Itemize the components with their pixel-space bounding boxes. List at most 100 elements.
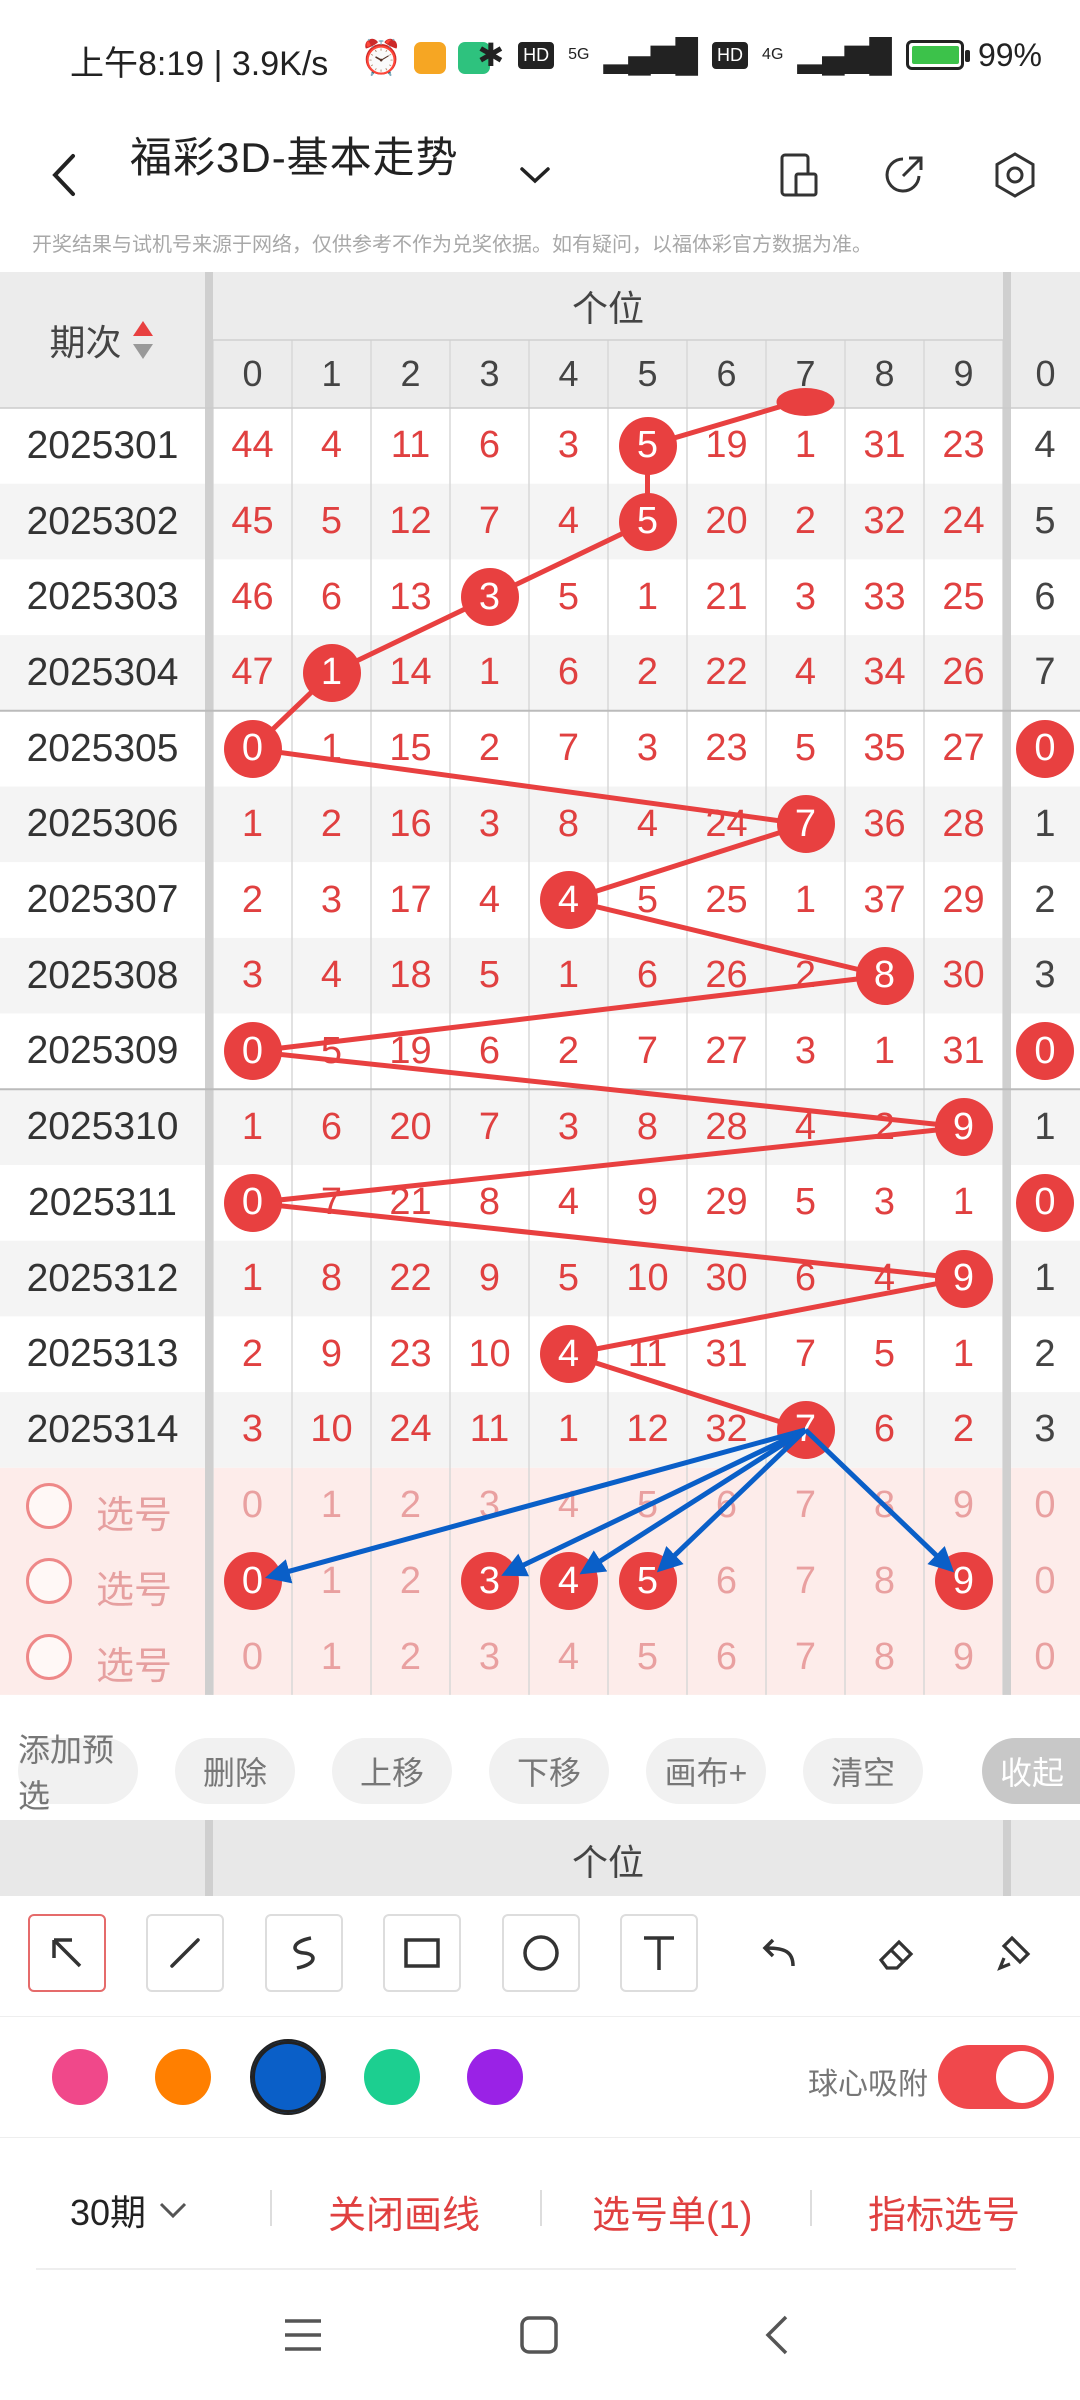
hit-ball[interactable]: 9 [934,1249,993,1308]
select-option[interactable]: 1 [292,1468,371,1544]
hit-ball[interactable]: 3 [460,568,519,627]
select-option[interactable]: 6 [687,1619,766,1695]
select-option[interactable]: 1 [292,1544,371,1620]
clear-button[interactable]: 清空 [803,1738,923,1804]
status-time: 上午8:19 | 3.9K/s [70,45,329,83]
snap-toggle[interactable] [938,2045,1054,2109]
select-option[interactable]: 9 [924,1468,1003,1544]
clear-brush-button[interactable] [976,1914,1054,1992]
selected-ball[interactable]: 0 [223,1552,282,1611]
hit-ball[interactable]: 5 [618,492,677,551]
trend-chart[interactable]: 期次 个位 01234567890 2025301 44 4 11 6 3 19 1 31 23 4… [0,272,1080,1722]
hit-ball[interactable]: 7 [776,1400,835,1459]
arrow-tool-button[interactable] [28,1914,106,1992]
extra-hit-ball[interactable]: 0 [1016,1173,1074,1232]
circle-tool-button[interactable] [502,1914,580,1992]
select-option[interactable]: 2 [371,1468,450,1544]
period-label: 2025302 [26,499,179,543]
miss-count: 5 [557,575,580,618]
back-button[interactable] [30,140,100,210]
select-option[interactable]: 7 [766,1619,845,1695]
miss-count: 3 [320,878,343,921]
hit-ball[interactable]: 4 [539,1325,598,1384]
select-option[interactable]: 3 [450,1468,529,1544]
selected-ball[interactable]: 4 [539,1552,598,1611]
hit-ball[interactable]: 0 [223,1022,282,1081]
line-tool-button[interactable] [146,1914,224,1992]
period-count-dropdown[interactable]: 30期 [70,2184,188,2236]
hit-ball[interactable]: 0 [223,719,282,778]
clear-brush-icon [997,1935,1031,1971]
select-option[interactable]: 6 [687,1544,766,1620]
add-preselection-button[interactable]: 添加预选 [18,1732,138,1814]
color-swatch-green[interactable] [364,2049,420,2105]
selected-ball[interactable]: 9 [934,1552,993,1611]
selected-ball[interactable]: 5 [618,1552,677,1611]
indicator-select-button[interactable]: 指标选号 [868,2184,1020,2239]
hit-ball[interactable]: 1 [302,643,361,702]
period-label: 2025313 [26,1332,179,1376]
select-option[interactable]: 2 [371,1544,450,1620]
hit-ball[interactable]: 8 [855,946,914,1005]
select-option[interactable]: 1 [292,1619,371,1695]
text-tool-button[interactable] [620,1914,698,1992]
select-option[interactable]: 8 [845,1468,924,1544]
settings-button[interactable] [980,140,1050,210]
select-row-radio[interactable] [26,1634,72,1681]
selection-list-button[interactable]: 选号单(1) [592,2184,752,2239]
color-swatch-orange[interactable] [155,2049,211,2105]
color-swatch-pink[interactable] [52,2049,108,2105]
layout-toggle-button[interactable] [764,140,834,210]
miss-count: 6 [478,1029,501,1072]
color-swatch-purple[interactable] [467,2049,523,2105]
curve-tool-button[interactable] [265,1914,343,1992]
hit-ball[interactable]: 0 [223,1173,282,1232]
hit-ball[interactable]: 5 [618,416,677,475]
period-column-header[interactable]: 期次 [0,272,205,408]
move-up-button[interactable]: 上移 [332,1738,452,1804]
miss-count: 7 [478,500,501,543]
share-button[interactable] [869,140,939,210]
select-option[interactable]: 2 [371,1619,450,1695]
select-option[interactable]: 8 [845,1544,924,1620]
select-option[interactable]: 6 [687,1468,766,1544]
collapse-button[interactable]: 收起 [982,1738,1080,1804]
select-option[interactable]: 7 [766,1544,845,1620]
select-option[interactable]: 8 [845,1619,924,1695]
select-option[interactable]: 0 [213,1468,292,1544]
move-down-button[interactable]: 下移 [489,1738,609,1804]
dropdown-chevron-icon [520,167,550,184]
miss-count: 22 [389,1257,432,1300]
delete-button[interactable]: 删除 [175,1738,295,1804]
home-button[interactable] [504,2300,574,2370]
eraser-button[interactable] [857,1914,935,1992]
canvas-plus-button[interactable]: 画布+ [646,1738,766,1804]
select-option[interactable]: 7 [766,1468,845,1544]
undo-button[interactable] [739,1914,817,1992]
recent-apps-button[interactable] [268,2300,338,2370]
select-option[interactable]: 4 [529,1619,608,1695]
title-dropdown-button[interactable] [500,140,570,210]
hit-ball[interactable]: 4 [539,871,598,930]
miss-count: 8 [320,1257,343,1300]
color-swatch-blue[interactable] [250,2039,326,2115]
select-option[interactable]: 9 [924,1619,1003,1695]
miss-count: 29 [705,1181,748,1224]
miss-count: 3 [873,1181,896,1224]
selected-ball[interactable]: 3 [460,1552,519,1611]
select-extra-option: 0 [1034,1484,1056,1527]
rectangle-tool-button[interactable] [383,1914,461,1992]
select-option[interactable]: 3 [450,1619,529,1695]
hit-ball[interactable]: 9 [934,1098,993,1157]
select-option[interactable]: 4 [529,1468,608,1544]
select-option[interactable]: 5 [608,1468,687,1544]
select-option[interactable]: 0 [213,1619,292,1695]
select-option[interactable]: 5 [608,1619,687,1695]
hit-ball[interactable]: 7 [776,795,835,854]
nav-back-button[interactable] [742,2300,812,2370]
miss-count: 2 [557,1029,580,1072]
extra-hit-ball[interactable]: 0 [1016,719,1074,778]
close-lines-button[interactable]: 关闭画线 [328,2184,480,2239]
share-icon [885,156,923,193]
select-row-radio[interactable] [26,1482,72,1529]
